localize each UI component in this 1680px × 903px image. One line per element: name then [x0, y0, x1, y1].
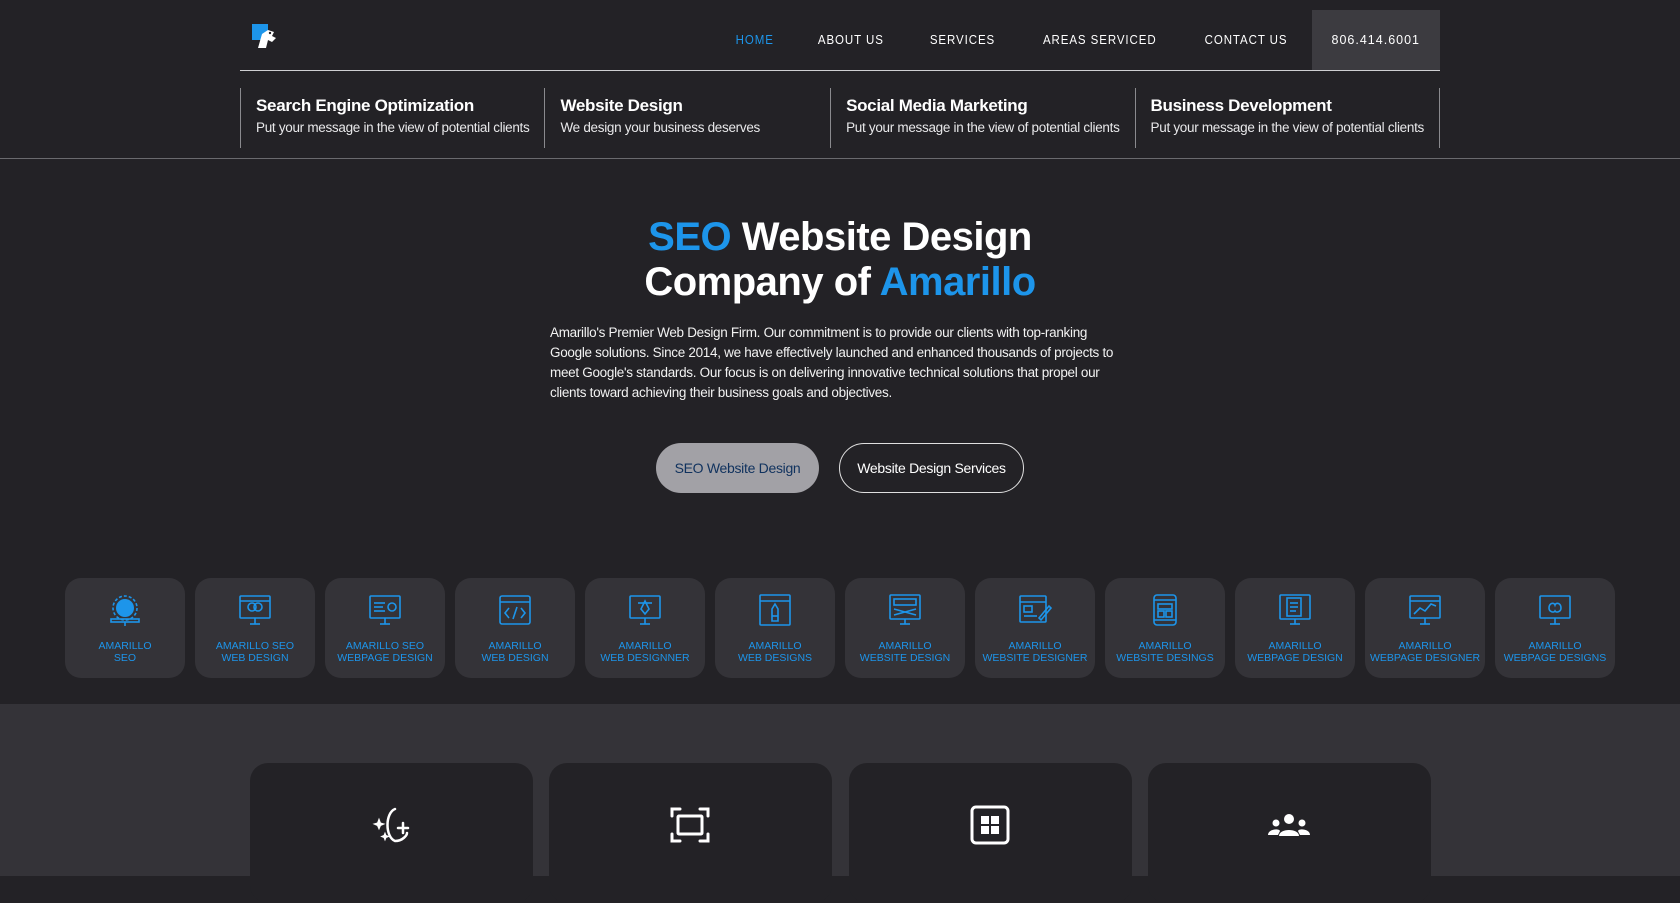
monitor-design-icon [239, 595, 271, 625]
grid-box-icon [970, 805, 1010, 845]
tile-amarillo-seo-webpage-design[interactable]: AMARILLO SEO WEBPAGE DESIGN [325, 578, 445, 678]
hero-title-company-of: Company of [644, 260, 871, 304]
tile-amarillo-webpage-designs[interactable]: AMARILLO WEBPAGE DESIGNS [1495, 578, 1615, 678]
nav-services[interactable]: SERVICES [911, 10, 1013, 70]
main-nav: HOME ABOUT US SERVICES AREAS SERVICED CO… [714, 10, 1440, 70]
service-description: Put your message in the view of potentia… [256, 120, 530, 135]
tile-amarillo-web-design[interactable]: AMARILLO WEB DESIGN [455, 578, 575, 678]
monitor-document-icon [1279, 594, 1311, 625]
tile-label: AMARILLO WEBPAGE DESIGN [1247, 640, 1343, 664]
screen-frame-icon [670, 807, 710, 843]
seo-gear-monitor-icon [110, 595, 140, 626]
hero-description: Amarillo's Premier Web Design Firm. Our … [550, 325, 1114, 400]
service-title: Website Design [560, 96, 683, 115]
service-title: Business Development [1150, 96, 1332, 115]
service-website-design[interactable]: Website Design We design your business d… [544, 88, 830, 148]
tablet-layout-icon [1153, 594, 1177, 626]
tile-amarillo-website-design[interactable]: AMARILLO WEBSITE DESIGN [845, 578, 965, 678]
monitor-chart-icon [1409, 595, 1441, 625]
service-tiles: AMARILLO SEO AMARILLO SEO WEB DESIGN AMARI… [65, 578, 1615, 678]
monitor-layout-icon [889, 594, 921, 625]
tile-amarillo-seo[interactable]: AMARILLO SEO [65, 578, 185, 678]
monitor-settings-icon [369, 595, 401, 625]
hero-title-seo: SEO [648, 215, 732, 259]
tile-label: AMARILLO WEBSITE DESIGNER [982, 640, 1088, 664]
service-business-development[interactable]: Business Development Put your message in… [1134, 88, 1440, 148]
nav-areas-serviced[interactable]: AREAS SERVICED [1024, 10, 1174, 70]
service-title: Social Media Marketing [846, 96, 1028, 115]
nav-home[interactable]: HOME [717, 10, 792, 70]
service-description: Put your message in the view of potentia… [846, 120, 1120, 135]
feature-card-4[interactable] [1148, 763, 1431, 903]
tile-label: AMARILLO WEBSITE DESINGS [1116, 640, 1214, 664]
feature-card-3[interactable] [849, 763, 1132, 903]
services-strip: Search Engine Optimization Put your mess… [240, 88, 1440, 148]
tile-label: AMARILLO WEBPAGE DESIGNER [1369, 640, 1481, 664]
seo-website-design-button[interactable]: SEO Website Design [656, 443, 819, 493]
service-seo[interactable]: Search Engine Optimization Put your mess… [240, 88, 544, 148]
tile-label: AMARILLO WEB DESIGN [481, 640, 549, 664]
tile-label: AMARILLO SEO WEB DESIGN [215, 640, 295, 664]
feature-card-2[interactable] [549, 763, 832, 903]
phone-button[interactable]: 806.414.6001 [1311, 10, 1440, 70]
top-navigation-bar: HOME ABOUT US SERVICES AREAS SERVICED CO… [240, 10, 1440, 71]
tile-label: AMARILLO WEBSITE DESIGN [859, 640, 951, 664]
hero-title: SEO Website Design Company of Amarillo [0, 215, 1680, 305]
tile-amarillo-website-designer[interactable]: AMARILLO WEBSITE DESIGNER [975, 578, 1095, 678]
website-design-services-button[interactable]: Website Design Services [839, 443, 1024, 493]
site-header: HOME ABOUT US SERVICES AREAS SERVICED CO… [0, 0, 1680, 159]
logo-icon[interactable] [250, 22, 280, 52]
tile-label: AMARILLO SEO [98, 640, 152, 664]
hero-title-website-design: Website Design [741, 215, 1033, 259]
tile-amarillo-website-desings[interactable]: AMARILLO WEBSITE DESINGS [1105, 578, 1225, 678]
tile-label: AMARILLO WEBPAGE DESIGNS [1503, 640, 1607, 664]
nav-contact-us[interactable]: CONTACT US [1187, 10, 1307, 70]
service-description: We design your business deserves [560, 120, 760, 135]
hero-title-amarillo: Amarillo [879, 260, 1037, 304]
browser-code-icon [499, 595, 531, 625]
group-people-icon [1268, 814, 1310, 836]
nav-about-us[interactable]: ABOUT US [800, 10, 903, 70]
service-title: Search Engine Optimization [256, 96, 474, 115]
tile-label: AMARILLO WEB DESIGNS [737, 640, 813, 664]
feature-card-1[interactable] [250, 763, 533, 903]
tile-amarillo-web-designner[interactable]: AMARILLO WEB DESIGNNER [585, 578, 705, 678]
monitor-pen-icon [629, 595, 661, 625]
browser-edit-icon [1019, 595, 1053, 623]
tile-amarillo-web-designs[interactable]: AMARILLO WEB DESIGNS [715, 578, 835, 678]
tile-amarillo-webpage-designer[interactable]: AMARILLO WEBPAGE DESIGNER [1365, 578, 1485, 678]
monitor-brain-icon [1539, 595, 1571, 625]
features-section [0, 704, 1680, 903]
browser-pencil-icon [759, 594, 791, 626]
service-description: Put your message in the view of potentia… [1150, 120, 1425, 135]
tile-amarillo-webpage-design[interactable]: AMARILLO WEBPAGE DESIGN [1235, 578, 1355, 678]
tile-label: AMARILLO WEB DESIGNNER [600, 640, 690, 664]
tile-amarillo-seo-web-design[interactable]: AMARILLO SEO WEB DESIGN [195, 578, 315, 678]
tile-label: AMARILLO SEO WEBPAGE DESIGN [337, 640, 433, 664]
sparkle-moon-plus-icon [372, 807, 410, 843]
service-social-media[interactable]: Social Media Marketing Put your message … [830, 88, 1134, 148]
